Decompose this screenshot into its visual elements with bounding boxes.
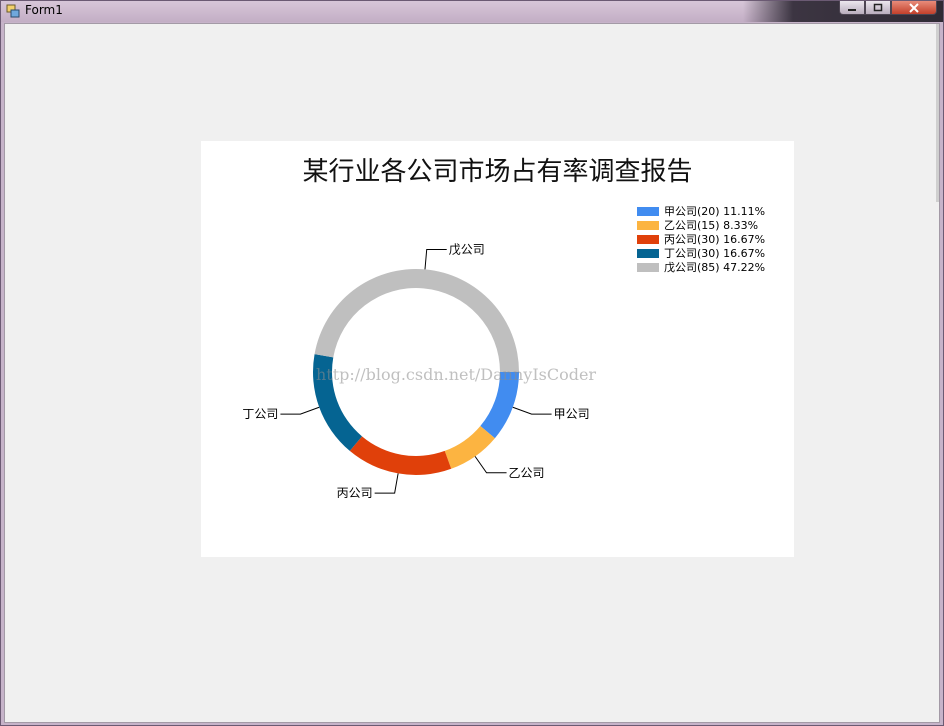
legend-item: 丙公司(30) 16.67% [637,232,765,246]
title-bar[interactable]: Form1 [1,1,943,22]
leader-line-5 [424,248,447,270]
leader-line-1 [512,406,552,415]
chart-panel: 某行业各公司市场占有率调查报告 甲公司 乙公司 丙公司 丁公司 戊公司 甲公司(20) … [201,141,794,557]
watermark-text: http://blog.csdn.net/DannyIsCoder [316,365,597,384]
slice-label-4: 丁公司 [242,407,278,421]
scrollbar[interactable] [936,24,939,202]
app-window: Form1 某行业各公司市场占有率调查报告 甲公司 乙公司 丙公司 丁公司 戊公司 甲公… [0,0,944,726]
legend-item: 戊公司(85) 47.22% [637,260,765,274]
slice-label-2: 乙公司 [509,466,545,480]
slice-label-5: 戊公司 [449,242,485,256]
chart-legend: 甲公司(20) 11.11% 乙公司(15) 8.33% 丙公司(30) 16.67… [637,204,765,274]
leader-line-4 [280,406,320,415]
slice-5 [314,268,519,372]
legend-label: 戊公司(85) 47.22% [664,261,766,274]
legend-item: 丁公司(30) 16.67% [637,246,765,260]
slice-2 [444,425,495,469]
window-title: Form1 [25,3,63,17]
legend-swatch [637,234,659,244]
app-icon [6,4,20,18]
slice-label-1: 甲公司 [554,407,590,421]
legend-item: 甲公司(20) 11.11% [637,204,765,218]
minimize-icon [848,8,856,11]
legend-swatch [637,206,659,216]
legend-swatch [637,220,659,230]
legend-swatch [637,262,659,272]
close-icon [909,2,919,13]
legend-swatch [637,248,659,258]
close-button[interactable] [891,1,937,15]
slice-3 [349,436,452,475]
leader-line-3 [374,473,399,494]
maximize-button[interactable] [865,1,891,15]
slice-label-3: 丙公司 [337,486,373,500]
leader-line-2 [474,456,507,474]
minimize-button[interactable] [839,1,865,15]
maximize-icon [873,3,883,12]
legend-item: 乙公司(15) 8.33% [637,218,765,232]
